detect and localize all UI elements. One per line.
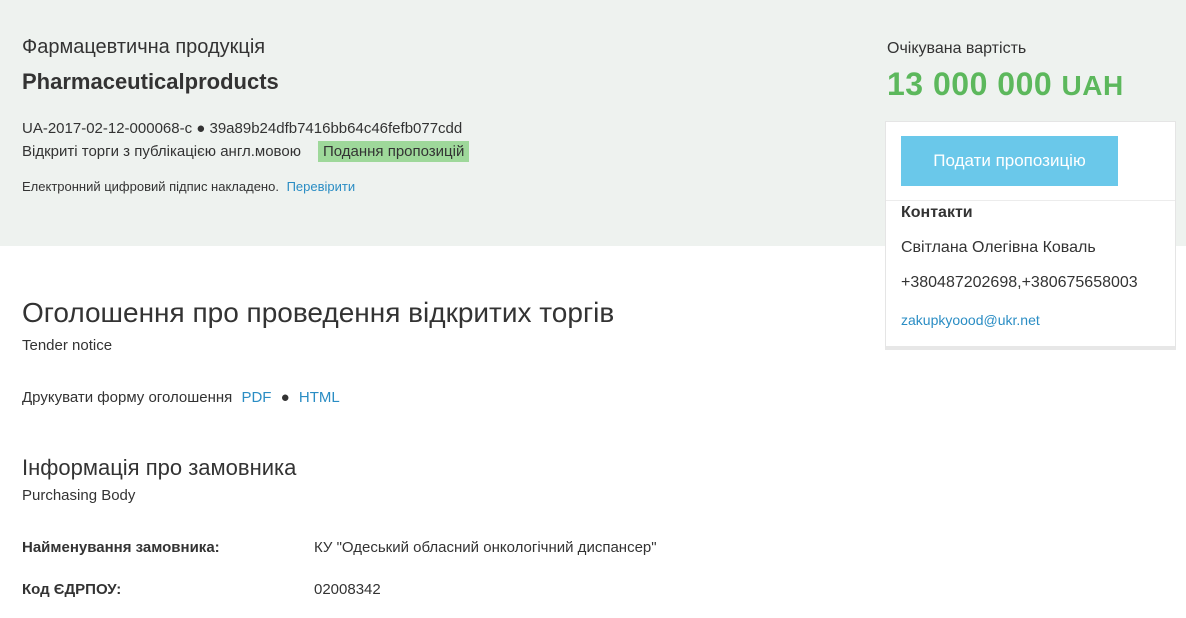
side-card: Подати пропозицію Контакти Світлана Олег… <box>885 121 1176 350</box>
contact-email-link[interactable]: zakupkyoood@ukr.net <box>901 312 1040 328</box>
tender-ids: UA-2017-02-12-000068-c ● 39a89b24dfb7416… <box>22 120 463 137</box>
status-badge: Подання пропозицій <box>317 141 470 162</box>
procedure-type: Відкриті торги з публікацією англ.мовою <box>22 143 301 160</box>
purchasing-body-subtitle: Purchasing Body <box>22 487 136 504</box>
tender-title-en: Pharmaceuticalproducts <box>22 69 279 94</box>
print-form-row: Друкувати форму оголошення PDF ● HTML <box>22 389 340 406</box>
notice-title: Оголошення про проведення відкритих торг… <box>22 297 615 328</box>
card-divider <box>886 200 1175 201</box>
verify-signature-link[interactable]: Перевірити <box>287 179 356 194</box>
print-pdf-link[interactable]: PDF <box>241 389 271 406</box>
submit-bid-button[interactable]: Подати пропозицію <box>901 136 1118 186</box>
tender-title-ua: Фармацевтична продукція <box>22 36 266 58</box>
value-currency: UAH <box>1061 70 1124 101</box>
buyer-name-label: Найменування замовника: <box>22 539 220 556</box>
buyer-name-value: КУ "Одеський обласний онкологічний диспа… <box>314 539 657 556</box>
value-number: 13 000 000 <box>887 66 1053 102</box>
notice-subtitle: Tender notice <box>22 337 113 354</box>
purchasing-body-title: Інформація про замовника <box>22 455 297 480</box>
print-html-link[interactable]: HTML <box>299 389 340 406</box>
expected-value-amount: 13 000 000 UAH <box>887 66 1124 103</box>
contact-name: Світлана Олегівна Коваль <box>901 239 1096 256</box>
contacts-title: Контакти <box>901 204 973 221</box>
contact-phone: +380487202698,+380675658003 <box>901 274 1138 291</box>
signature-text: Електронний цифровий підпис накладено. <box>22 179 279 194</box>
print-label: Друкувати форму оголошення <box>22 389 233 406</box>
link-separator: ● <box>280 389 290 406</box>
tender-procedure-row: Відкриті торги з публікацією англ.мовою … <box>22 141 470 162</box>
edrpou-value: 02008342 <box>314 581 381 598</box>
signature-row: Електронний цифровий підпис накладено. П… <box>22 179 355 194</box>
expected-value-label: Очікувана вартість <box>887 40 1027 57</box>
edrpou-label: Код ЄДРПОУ: <box>22 581 122 598</box>
